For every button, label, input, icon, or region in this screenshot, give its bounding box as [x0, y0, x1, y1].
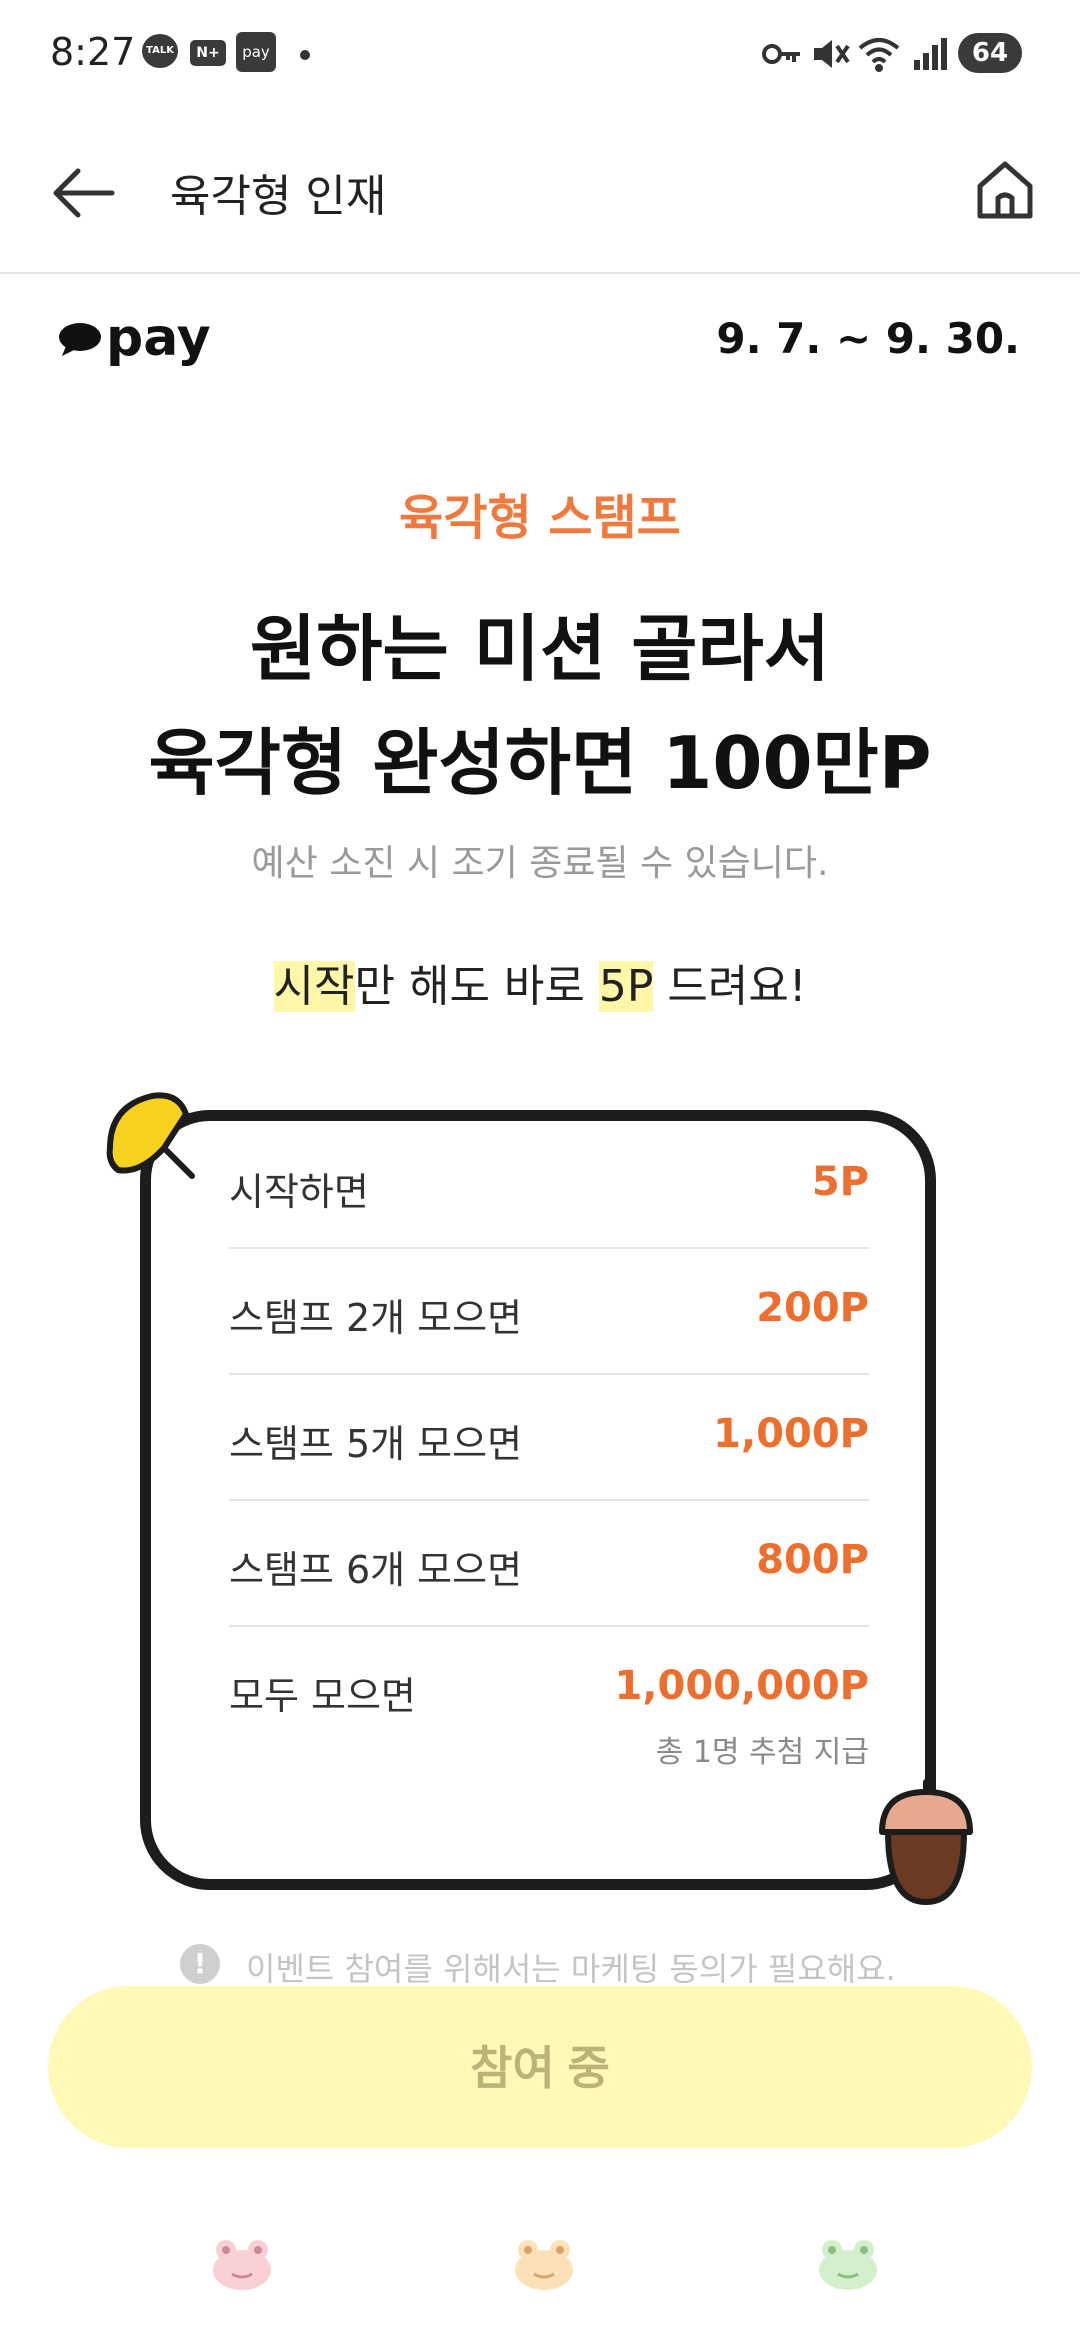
brand-text: pay	[106, 308, 211, 368]
reward-label: 시작하면	[229, 1170, 369, 1214]
kakaotalk-notification-icon: TALK	[142, 34, 178, 68]
frog-character-pink-icon	[213, 2240, 271, 2290]
reward-row: 모두 모으면 1,000,000P 총 1명 추첨 지급	[229, 1625, 869, 1775]
back-arrow-icon[interactable]	[48, 158, 118, 228]
talk-bubble-icon	[59, 323, 101, 356]
start-bonus-mid: 만 해도 바로	[354, 961, 599, 1012]
acorn-icon	[879, 1779, 973, 1905]
reward-points: 5P	[811, 1159, 869, 1205]
reward-row: 스탬프 5개 모으면 1,000P	[229, 1373, 869, 1501]
start-bonus-text: 시작만 해도 바로 5P 드려요!	[0, 950, 1080, 1014]
reward-label: 스탬프 6개 모으면	[229, 1548, 523, 1592]
highlight-start: 시작	[273, 961, 355, 1012]
reward-label: 모두 모으면	[229, 1674, 416, 1718]
reward-card: 시작하면 5P 스탬프 2개 모으면 200P 스탬프 5개 모으면 1,000…	[140, 1110, 936, 1890]
ginkgo-leaf-icon	[106, 1092, 195, 1179]
vpn-key-icon	[762, 44, 800, 64]
more-notifications-dot	[300, 50, 310, 60]
cellular-signal-icon	[914, 38, 947, 70]
reward-points: 800P	[756, 1537, 869, 1583]
budget-notice: 예산 소진 시 조기 종료될 수 있습니다.	[251, 843, 829, 884]
frog-character-orange-icon	[515, 2240, 573, 2290]
consent-text: 이벤트 참여를 위해서는 마케팅 동의가 필요해요.	[246, 1950, 896, 1988]
headline-line-2: 육각형 완성하면 100만P	[148, 721, 932, 805]
reward-note: 총 1명 추첨 지급	[655, 1735, 869, 1770]
naver-notification-icon: N+	[190, 40, 226, 66]
wifi-icon	[858, 38, 900, 72]
home-icon[interactable]	[970, 154, 1040, 224]
pay-notification-icon: pay	[236, 32, 276, 72]
participating-button[interactable]: 참여 중	[48, 1986, 1032, 2148]
highlight-5p: 5P	[598, 961, 654, 1012]
headline-line-1: 원하는 미션 골라서	[249, 607, 831, 691]
battery-level: 64	[958, 33, 1022, 73]
reward-row: 시작하면 5P	[229, 1121, 869, 1249]
event-period: 9. 7. ~ 9. 30.	[716, 314, 1020, 363]
mute-icon	[814, 40, 850, 68]
status-bar: 8:27 TALK N+ pay 64	[0, 0, 1080, 110]
reward-row: 스탬프 6개 모으면 800P	[229, 1499, 869, 1627]
event-subtitle: 육각형 스탬프	[399, 490, 681, 546]
frog-character-green-icon	[819, 2240, 877, 2290]
top-app-bar: 육각형 인재	[0, 110, 1080, 274]
status-time: 8:27	[50, 30, 136, 74]
reward-points: 200P	[756, 1285, 869, 1331]
info-icon: !	[180, 1944, 220, 1984]
reward-points: 1,000P	[713, 1411, 869, 1457]
start-bonus-end: 드려요!	[653, 961, 807, 1012]
reward-points: 1,000,000P	[614, 1663, 869, 1709]
reward-label: 스탬프 5개 모으면	[229, 1422, 523, 1466]
reward-row: 스탬프 2개 모으면 200P	[229, 1247, 869, 1375]
page-title: 육각형 인재	[170, 171, 387, 222]
reward-label: 스탬프 2개 모으면	[229, 1296, 523, 1340]
